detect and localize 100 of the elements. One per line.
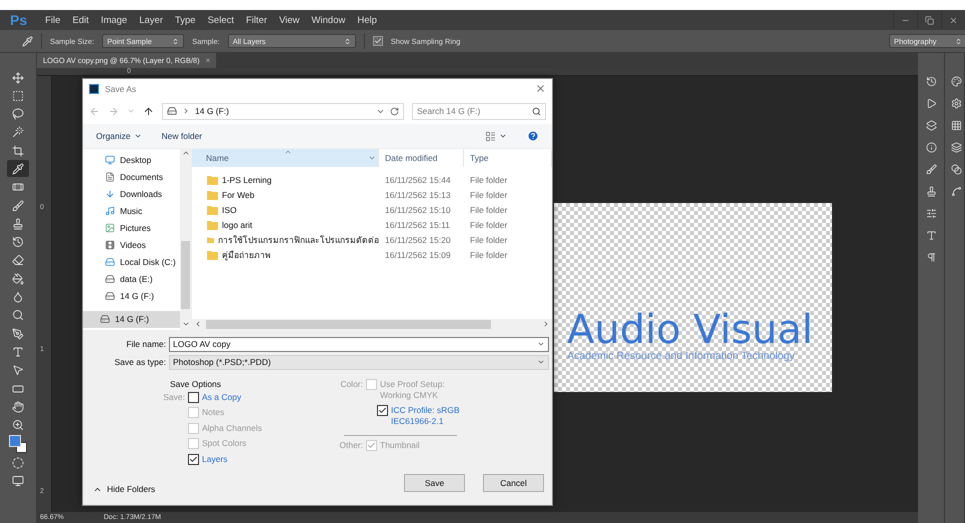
brush-icon bbox=[926, 164, 936, 174]
move-icon bbox=[12, 72, 24, 84]
check-icon bbox=[189, 454, 198, 464]
file-name: For Web bbox=[222, 190, 254, 200]
dialog-title: Save As bbox=[105, 84, 136, 94]
nav-item[interactable]: Videos bbox=[83, 236, 180, 254]
checkbox[interactable] bbox=[372, 36, 383, 46]
nav-label: Desktop bbox=[120, 155, 152, 166]
file-row[interactable]: ISO 16/11/2562 15:10 File folder bbox=[192, 202, 552, 218]
type-cell-text: File folder bbox=[469, 190, 508, 200]
hide-folders-button[interactable]: Hide Folders bbox=[93, 484, 156, 494]
droplet-icon bbox=[12, 291, 24, 304]
checkbox[interactable] bbox=[188, 392, 199, 403]
checkbox-label: Use Proof Setup: Working CMYK bbox=[380, 378, 445, 401]
address-bar[interactable]: 14 G (F:) bbox=[162, 102, 404, 120]
pilcrow-icon bbox=[926, 252, 936, 262]
nav-item[interactable]: Downloads bbox=[83, 186, 180, 203]
nav-label: Videos bbox=[120, 240, 146, 250]
date-cell-text: 16/11/2562 15:13 bbox=[384, 190, 452, 200]
menu-item[interactable]: Edit bbox=[66, 14, 95, 26]
organize-button[interactable]: Organize bbox=[96, 131, 142, 142]
column-header[interactable]: Name bbox=[192, 148, 379, 167]
nav-item[interactable]: data (E:) bbox=[83, 270, 180, 288]
nav-item[interactable]: 14 G (F:) bbox=[83, 310, 180, 328]
nav-label: Documents bbox=[120, 172, 163, 182]
menu-item[interactable]: Image bbox=[94, 14, 134, 26]
file-name: การใช้โปรแกรมกราฟิกและโปรแกรมตัดต่อ bbox=[218, 234, 379, 248]
pointer-icon bbox=[12, 364, 24, 376]
dialog-button[interactable]: Save bbox=[404, 474, 465, 492]
file-row[interactable]: การใช้โปรแกรมกราฟิกและโปรแกรมตัดต่อ 16/11/2562 15:20 File folder bbox=[192, 232, 552, 248]
close-icon bbox=[535, 83, 546, 94]
checkbox[interactable] bbox=[377, 404, 388, 416]
type-cell-text: File folder bbox=[469, 175, 508, 186]
brush-icon bbox=[12, 200, 24, 212]
close-icon bbox=[949, 16, 958, 24]
file-row[interactable]: คู่มือถ่ายภาพ 16/11/2562 15:09 File folder bbox=[192, 248, 552, 263]
nav-item[interactable]: 14 G (F:) bbox=[83, 288, 180, 305]
breadcrumb[interactable]: 14 G (F:) bbox=[195, 106, 230, 116]
search-field[interactable]: Search 14 G (F:) bbox=[412, 102, 546, 120]
file-name: คู่มือถ่ายภาพ bbox=[222, 249, 271, 262]
eraser-icon bbox=[12, 254, 24, 266]
checkbox-label: As a Copy bbox=[202, 392, 242, 403]
nav-item[interactable]: Music bbox=[83, 202, 180, 220]
checkbox-label: Thumbnail bbox=[380, 440, 420, 451]
scrollbar[interactable] bbox=[192, 318, 552, 330]
menu-item[interactable]: Layer bbox=[133, 14, 169, 26]
up-button[interactable] bbox=[143, 106, 154, 117]
folder-icon bbox=[207, 250, 218, 260]
help-button[interactable] bbox=[527, 130, 539, 142]
file-row[interactable]: logo arit 16/11/2562 15:11 File folder bbox=[192, 218, 552, 233]
tool-button[interactable] bbox=[7, 160, 29, 178]
menu-item[interactable]: Window bbox=[306, 14, 352, 26]
menu-item[interactable]: Type bbox=[168, 14, 202, 26]
nav-label: 14 G (F:) bbox=[120, 291, 154, 302]
chevron-icon bbox=[182, 107, 190, 116]
magnifier-icon bbox=[12, 309, 24, 322]
menu-item[interactable]: Help bbox=[351, 14, 383, 26]
back-arrow-icon bbox=[89, 106, 100, 117]
date-cell-text: 16/11/2562 15:44 bbox=[384, 175, 452, 186]
menu-item[interactable]: File bbox=[39, 14, 66, 26]
nav-item[interactable]: Desktop bbox=[83, 152, 180, 169]
save-as-type-select[interactable]: Photoshop (*.PSD;*.PDD) bbox=[169, 354, 549, 370]
film-icon bbox=[105, 240, 115, 250]
menu-item[interactable]: View bbox=[273, 14, 306, 26]
close-button[interactable] bbox=[535, 83, 546, 94]
download-icon bbox=[105, 189, 115, 200]
lasso-icon bbox=[12, 108, 24, 120]
file-name-field[interactable]: LOGO AV copy bbox=[169, 336, 549, 352]
nav-item[interactable]: Pictures bbox=[83, 220, 180, 237]
save-as-type-label: Save as type: bbox=[113, 357, 167, 368]
file-row[interactable]: 1-PS Lerning 16/11/2562 15:44 File folder bbox=[192, 172, 552, 188]
history-brush-icon bbox=[12, 236, 24, 248]
color-swatches-icon[interactable] bbox=[9, 434, 27, 453]
view-list-icon bbox=[485, 130, 496, 142]
option-group-label: Save: bbox=[162, 392, 185, 402]
nav-item[interactable]: Documents bbox=[83, 168, 180, 186]
refresh-icon[interactable] bbox=[390, 106, 399, 116]
new-folder-button[interactable]: New folder bbox=[162, 131, 202, 142]
menu-item[interactable]: Filter bbox=[240, 14, 274, 26]
info-icon bbox=[926, 142, 936, 152]
scrollbar[interactable] bbox=[180, 148, 191, 330]
checkbox-label: Alpha Channels bbox=[202, 422, 262, 434]
type-icon bbox=[12, 346, 24, 358]
app-icon bbox=[89, 84, 99, 94]
restore-icon bbox=[925, 16, 934, 24]
view-button[interactable] bbox=[485, 130, 507, 142]
file-row[interactable]: For Web 16/11/2562 15:13 File folder bbox=[192, 188, 552, 203]
checkbox[interactable] bbox=[188, 454, 199, 465]
nav-item[interactable]: Local Disk (C:) bbox=[83, 254, 180, 271]
save-options-title: Save Options bbox=[170, 378, 222, 391]
bandage-icon bbox=[12, 181, 24, 194]
menu-item[interactable]: Select bbox=[202, 14, 240, 26]
layers-icon bbox=[926, 120, 936, 130]
check-icon bbox=[367, 440, 376, 450]
drive-icon bbox=[100, 314, 110, 324]
dialog-button[interactable]: Cancel bbox=[483, 474, 544, 492]
rectangle-icon bbox=[12, 382, 24, 395]
eyedropper-icon[interactable] bbox=[22, 36, 33, 46]
monitor-icon bbox=[12, 475, 24, 488]
scroll-right-icon bbox=[542, 320, 550, 328]
